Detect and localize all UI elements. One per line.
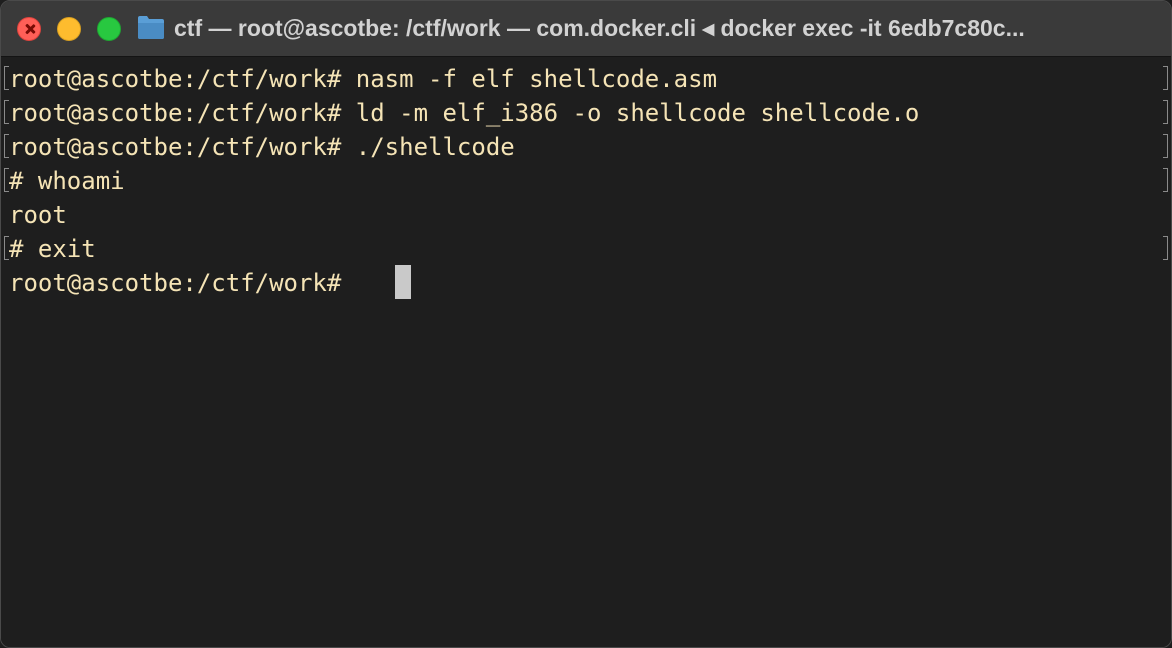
close-button[interactable] xyxy=(17,17,41,41)
terminal-line: root@ascotbe:/ctf/work# nasm -f elf shel… xyxy=(9,65,718,93)
mark-bracket-right xyxy=(1163,168,1168,192)
terminal-window: ctf — root@ascotbe: /ctf/work — com.dock… xyxy=(0,0,1172,648)
terminal-output-line: root xyxy=(9,201,67,229)
window-title: ctf — root@ascotbe: /ctf/work — com.dock… xyxy=(174,15,1025,41)
mark-bracket-right xyxy=(1163,134,1168,158)
terminal-line: # whoami xyxy=(9,167,125,195)
title-bar[interactable]: ctf — root@ascotbe: /ctf/work — com.dock… xyxy=(1,1,1171,57)
text-cursor xyxy=(395,265,411,299)
mark-bracket-right xyxy=(1163,66,1168,90)
folder-icon xyxy=(138,16,164,39)
terminal-prompt-line: root@ascotbe:/ctf/work# xyxy=(9,269,356,297)
terminal-content[interactable]: root@ascotbe:/ctf/work# nasm -f elf shel… xyxy=(1,58,1171,647)
terminal-line: root@ascotbe:/ctf/work# ld -m elf_i386 -… xyxy=(9,99,920,127)
terminal-line: # exit xyxy=(9,235,96,263)
mark-bracket-right xyxy=(1163,100,1168,124)
mark-bracket-right xyxy=(1163,236,1168,260)
close-icon xyxy=(24,23,36,35)
terminal-line: root@ascotbe:/ctf/work# ./shellcode xyxy=(9,133,515,161)
zoom-button[interactable] xyxy=(97,17,121,41)
minimize-button[interactable] xyxy=(57,17,81,41)
